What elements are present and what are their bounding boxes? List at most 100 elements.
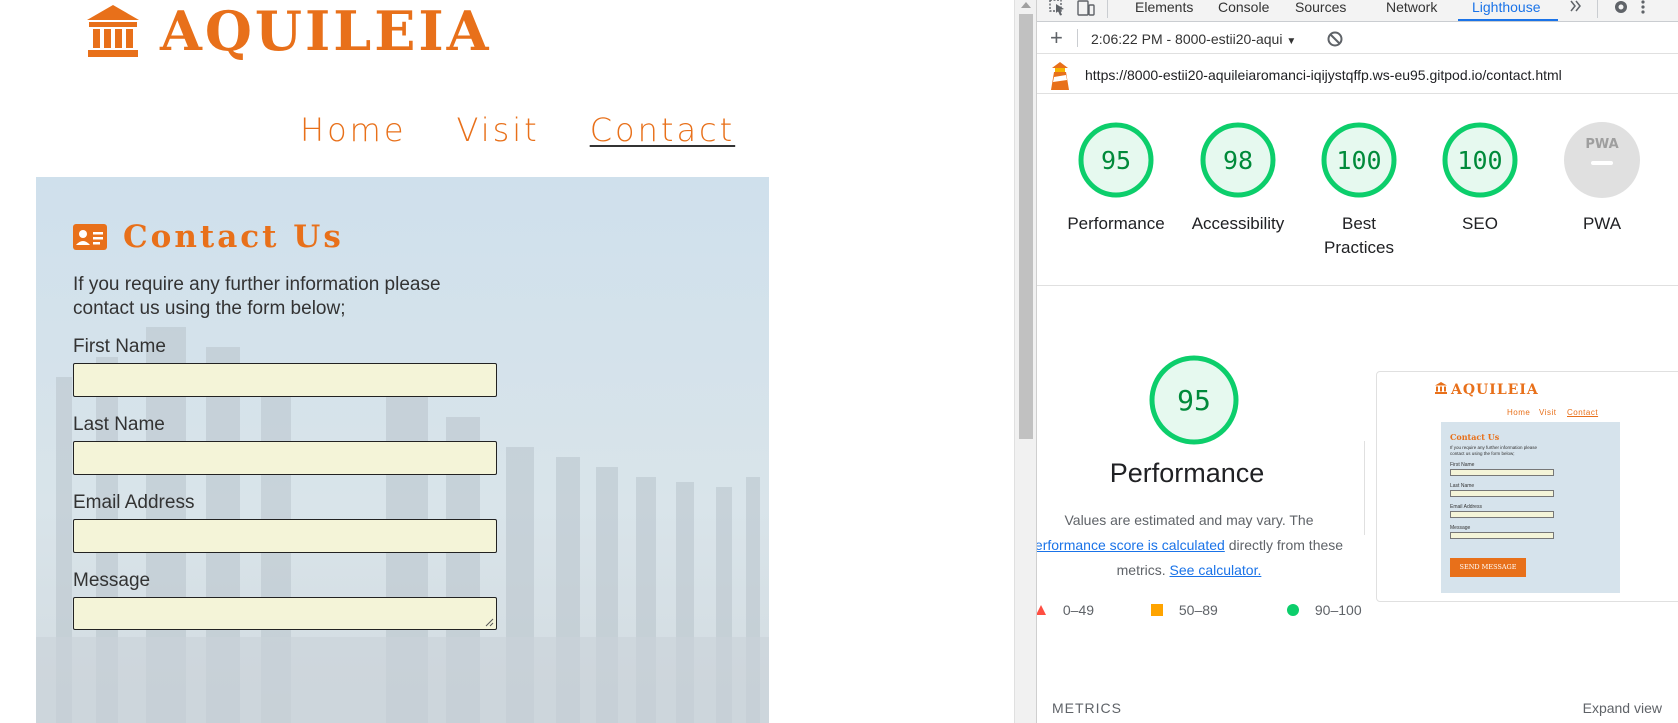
see-calculator-link[interactable]: See calculator. — [1170, 562, 1262, 578]
contact-intro: If you require any further information p… — [73, 274, 441, 319]
museum-icon — [1435, 382, 1447, 394]
last-name-input[interactable] — [73, 441, 497, 475]
message-textarea[interactable] — [73, 597, 497, 630]
score-ring: 100 — [1442, 122, 1518, 198]
scroll-up-arrow-icon[interactable] — [1021, 2, 1031, 8]
thumbnail-brand: AQUILEIA — [1451, 382, 1539, 398]
contact-form: Contact Us If you require any further in… — [73, 215, 573, 630]
active-tab-indicator — [1458, 19, 1558, 21]
metrics-heading: METRICS — [1052, 700, 1122, 716]
thumbnail-field — [1450, 532, 1554, 539]
dropdown-caret-icon: ▼ — [1286, 36, 1297, 47]
tab-console[interactable]: Console — [1218, 0, 1269, 14]
thumbnail-field — [1450, 469, 1554, 476]
orange-square-icon — [1151, 604, 1163, 616]
more-tabs-chevron-icon[interactable] — [1569, 0, 1583, 12]
green-circle-icon — [1287, 604, 1299, 616]
site-brand[interactable]: AQUILEIA — [84, 0, 492, 62]
report-url-bar: https://8000-estii20-aquileiaromanci-iqi… — [1037, 56, 1678, 94]
thumbnail-field — [1450, 490, 1554, 497]
score-calculated-link[interactable]: erformance score is calculated — [1037, 537, 1225, 553]
thumbnail-title: Contact Us — [1450, 432, 1500, 442]
device-toolbar-icon[interactable] — [1077, 0, 1095, 16]
new-report-plus-icon[interactable]: + — [1050, 27, 1063, 49]
contact-title: Contact Us — [123, 219, 344, 255]
score-ring: 98 — [1200, 122, 1276, 198]
performance-description: Values are estimated and may vary. The e… — [1037, 508, 1349, 583]
thumbnail-intro: If you require any further information p… — [1450, 445, 1538, 456]
museum-icon — [87, 5, 139, 57]
gauge-accessibility[interactable]: 98 Accessibility — [1173, 120, 1303, 236]
tab-lighthouse[interactable]: Lighthouse — [1472, 0, 1541, 14]
thumbnail-label: Last Name — [1450, 483, 1475, 489]
first-name-input[interactable] — [73, 363, 497, 397]
lighthouse-toolbar: + 2:06:22 PM - 8000-estii20-aqui ▼ — [1037, 24, 1678, 54]
nav-link-contact[interactable]: Contact — [590, 110, 736, 150]
legend-average: 50–89 — [1151, 602, 1218, 618]
thumbnail-nav-visit: Visit — [1539, 408, 1557, 417]
expand-view-button[interactable]: Expand view — [1583, 700, 1662, 716]
website-viewport: AQUILEIA Home Visit Contact Contact Us I… — [0, 0, 1014, 723]
toolbar-separator — [1077, 29, 1078, 47]
performance-score-value: 95 — [1177, 384, 1211, 417]
nav-link-visit[interactable]: Visit — [457, 110, 540, 150]
address-card-icon — [73, 224, 107, 250]
score-gauges: 95 Performance 98 Accessibility 100 Best… — [1037, 96, 1678, 286]
legend-pass: 90–100 — [1287, 602, 1362, 618]
legend-range: 90–100 — [1314, 602, 1362, 618]
performance-title: Performance — [1109, 458, 1265, 488]
last-name-label: Last Name — [73, 414, 165, 435]
performance-score-ring: 95 — [1149, 355, 1239, 445]
legend-range: 50–89 — [1178, 602, 1218, 618]
score-ring: 100 — [1321, 122, 1397, 198]
tab-elements[interactable]: Elements — [1135, 0, 1193, 14]
email-label: Email Address — [73, 492, 195, 513]
thumbnail-send-button: SEND MESSAGE — [1450, 558, 1526, 577]
section-divider — [1364, 441, 1365, 535]
thumbnail-field — [1450, 511, 1554, 518]
score-value: 100 — [1457, 146, 1502, 175]
gauge-pwa[interactable]: PWA PWA — [1537, 120, 1667, 236]
page-scrollbar[interactable] — [1014, 0, 1036, 723]
clear-reports-icon[interactable] — [1327, 31, 1343, 47]
tab-separator — [1107, 0, 1108, 18]
pwa-badge-text: PWA — [1585, 137, 1618, 152]
lighthouse-logo-icon — [1051, 62, 1069, 90]
gauge-best-practices[interactable]: 100 Best Practices — [1294, 120, 1424, 260]
score-value: 98 — [1223, 146, 1253, 175]
page-screenshot-thumbnail[interactable]: AQUILEIA Home Visit Contact Contact Us I… — [1376, 371, 1678, 602]
contact-panel: Contact Us If you require any further in… — [36, 177, 769, 723]
brand-name: AQUILEIA — [160, 0, 492, 63]
thumbnail-nav-contact: Contact — [1567, 408, 1599, 417]
score-value: 95 — [1101, 146, 1131, 175]
main-nav: Home Visit Contact — [300, 110, 735, 150]
report-selector-label: 2:06:22 PM - 8000-estii20-aqui — [1091, 31, 1283, 47]
score-value: 100 — [1336, 146, 1381, 175]
devtools-tabbar: Elements Console Sources Network Lightho… — [1037, 0, 1678, 22]
devtools-panel: Elements Console Sources Network Lightho… — [1036, 0, 1678, 723]
gear-icon[interactable] — [1612, 0, 1630, 16]
performance-section: 95 Performance Values are estimated and … — [1037, 286, 1678, 723]
contact-heading: Contact Us — [73, 215, 573, 259]
gauge-label: Performance — [1067, 214, 1165, 233]
report-selector[interactable]: 2:06:22 PM - 8000-estii20-aqui ▼ — [1091, 31, 1296, 47]
resize-grip-icon[interactable] — [485, 618, 494, 627]
pwa-badge-icon: PWA — [1564, 122, 1640, 198]
scrollbar-thumb[interactable] — [1019, 14, 1033, 439]
thumbnail-label: Email Address — [1450, 504, 1482, 510]
legend-fail: 0–49 — [1037, 602, 1094, 618]
kebab-menu-icon[interactable] — [1640, 0, 1646, 16]
email-input[interactable] — [73, 519, 497, 553]
tab-network[interactable]: Network — [1386, 0, 1437, 14]
tab-sources[interactable]: Sources — [1295, 0, 1346, 14]
inspect-cursor-icon[interactable] — [1049, 0, 1067, 16]
thumbnail-label: First Name — [1450, 462, 1475, 468]
score-ring: 95 — [1078, 122, 1154, 198]
red-triangle-icon — [1037, 605, 1046, 615]
gauge-performance[interactable]: 95 Performance — [1051, 120, 1181, 236]
tab-separator — [1597, 0, 1598, 18]
nav-link-home[interactable]: Home — [300, 110, 407, 150]
report-url: https://8000-estii20-aquileiaromanci-iqi… — [1085, 67, 1562, 83]
gauge-label: PWA — [1582, 214, 1622, 233]
gauge-seo[interactable]: 100 SEO — [1415, 120, 1545, 236]
